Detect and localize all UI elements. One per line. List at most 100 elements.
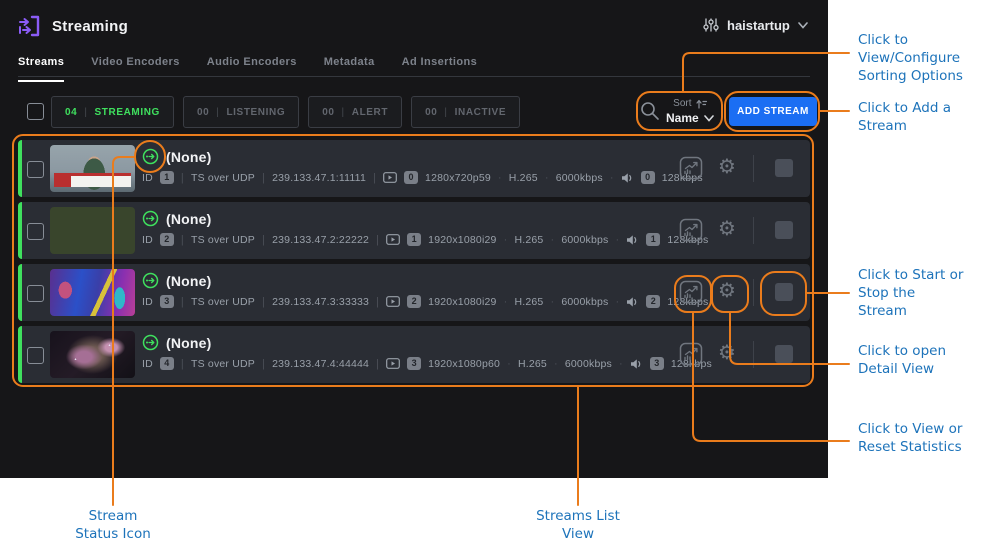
- tab-audio-encoders[interactable]: Audio Encoders: [207, 56, 297, 82]
- separator: |: [84, 107, 87, 118]
- audio-track-badge: 3: [650, 357, 664, 370]
- separator: |: [181, 296, 184, 308]
- tab-ad-insertions[interactable]: Ad Insertions: [402, 56, 478, 82]
- video-bitrate: 6000kbps: [556, 172, 603, 184]
- add-stream-button[interactable]: ADD STREAM: [729, 97, 817, 126]
- stream-title: (None): [166, 149, 212, 165]
- resolution: 1920x1080i29: [428, 234, 496, 246]
- row-status-bar: [18, 326, 22, 383]
- stream-title: (None): [166, 273, 212, 289]
- filter-alert[interactable]: 00 | ALERT: [308, 96, 402, 128]
- id-label: ID: [142, 296, 153, 308]
- annotation-label-detail-view: Click to open Detail View: [858, 342, 946, 378]
- statistics-button[interactable]: [679, 342, 703, 369]
- audio-track-icon: [626, 296, 639, 308]
- select-all-checkbox[interactable]: [27, 103, 44, 120]
- divider: [753, 155, 754, 182]
- stream-status-icon: [142, 272, 159, 289]
- row-checkbox[interactable]: [27, 347, 44, 364]
- filter-count: 00: [197, 107, 209, 118]
- row-checkbox[interactable]: [27, 161, 44, 178]
- resolution: 1920x1080i29: [428, 296, 496, 308]
- video-track-badge: 3: [407, 357, 421, 370]
- dot-separator: ·: [554, 358, 558, 370]
- annotation-label-sorting: Click to View/Configure Sorting Options: [858, 31, 963, 85]
- audio-track-icon: [626, 234, 639, 246]
- row-status-bar: [18, 140, 22, 197]
- video-bitrate: 6000kbps: [561, 234, 608, 246]
- annotation-label-list-view: Streams List View: [528, 507, 628, 543]
- page-title: Streaming: [52, 18, 128, 35]
- settings-gear-icon[interactable]: ⚙: [718, 340, 736, 364]
- audio-track-badge: 0: [641, 171, 655, 184]
- chevron-down-icon: [798, 22, 808, 29]
- streaming-logo-icon: [16, 12, 44, 40]
- stream-row-3[interactable]: (None) ID 3 | TS over UDP | 239.133.47.3…: [18, 264, 810, 321]
- video-track-icon: [386, 358, 400, 369]
- dot-separator: ·: [619, 358, 623, 370]
- stream-status-icon: [142, 334, 159, 351]
- dot-separator: ·: [615, 296, 619, 308]
- separator: |: [376, 234, 379, 246]
- filter-label: LISTENING: [226, 107, 285, 118]
- settings-gear-icon[interactable]: ⚙: [718, 216, 736, 240]
- stream-row-2[interactable]: (None) ID 2 | TS over UDP | 239.133.47.2…: [18, 202, 810, 259]
- filter-count: 00: [322, 107, 334, 118]
- protocol: TS over UDP: [191, 234, 255, 246]
- sort-dropdown[interactable]: Sort Name: [666, 98, 714, 125]
- filter-label: ALERT: [352, 107, 388, 118]
- id-label: ID: [142, 234, 153, 246]
- resolution: 1920x1080p60: [428, 358, 500, 370]
- search-icon[interactable]: [639, 100, 661, 122]
- audio-track-badge: 1: [646, 233, 660, 246]
- filter-streaming[interactable]: 04 | STREAMING: [51, 96, 174, 128]
- video-bitrate: 6000kbps: [565, 358, 612, 370]
- stream-thumbnail-gameshow: [50, 269, 135, 316]
- video-track-badge: 1: [407, 233, 421, 246]
- audio-track-icon: [621, 172, 634, 184]
- divider: [753, 217, 754, 244]
- settings-gear-icon[interactable]: ⚙: [718, 154, 736, 178]
- chevron-down-icon: [704, 115, 714, 122]
- dot-separator: ·: [504, 296, 508, 308]
- screen: Streaming haistartup Streams Video Encod…: [0, 0, 999, 547]
- tab-streams[interactable]: Streams: [18, 56, 64, 82]
- row-checkbox[interactable]: [27, 285, 44, 302]
- filter-listening[interactable]: 00 | LISTENING: [183, 96, 299, 128]
- stream-status-icon: [142, 210, 159, 227]
- statistics-button[interactable]: [679, 156, 703, 183]
- stream-row-4[interactable]: (None) ID 4 | TS over UDP | 239.133.47.4…: [18, 326, 810, 383]
- tab-video-encoders[interactable]: Video Encoders: [91, 56, 180, 82]
- filter-inactive[interactable]: 00 | INACTIVE: [411, 96, 520, 128]
- filter-label: INACTIVE: [455, 107, 506, 118]
- separator: |: [342, 107, 345, 118]
- id-badge: 4: [160, 357, 174, 370]
- video-track-icon: [386, 296, 400, 307]
- statistics-button[interactable]: [679, 280, 703, 307]
- row-status-bar: [18, 202, 22, 259]
- stop-stream-button[interactable]: [775, 221, 793, 239]
- statistics-button[interactable]: [679, 218, 703, 245]
- row-checkbox[interactable]: [27, 223, 44, 240]
- codec: H.265: [518, 358, 547, 370]
- filter-label: STREAMING: [95, 107, 160, 118]
- codec: H.265: [509, 172, 538, 184]
- dot-separator: ·: [550, 234, 554, 246]
- stop-stream-button[interactable]: [775, 283, 793, 301]
- stream-row-1[interactable]: (None) ID 1 | TS over UDP | 239.133.47.1…: [18, 140, 810, 197]
- stream-title: (None): [166, 335, 212, 351]
- resolution: 1280x720p59: [425, 172, 491, 184]
- separator: |: [444, 107, 447, 118]
- stream-title: (None): [166, 211, 212, 227]
- settings-gear-icon[interactable]: ⚙: [718, 278, 736, 302]
- stop-stream-button[interactable]: [775, 159, 793, 177]
- dot-separator: ·: [507, 358, 511, 370]
- stop-stream-button[interactable]: [775, 345, 793, 363]
- tab-metadata[interactable]: Metadata: [324, 56, 375, 82]
- dot-separator: ·: [545, 172, 549, 184]
- user-menu[interactable]: haistartup: [703, 17, 808, 33]
- stream-thumbnail-nebula: [50, 331, 135, 378]
- separator: |: [181, 234, 184, 246]
- dot-separator: ·: [615, 234, 619, 246]
- video-track-icon: [386, 234, 400, 245]
